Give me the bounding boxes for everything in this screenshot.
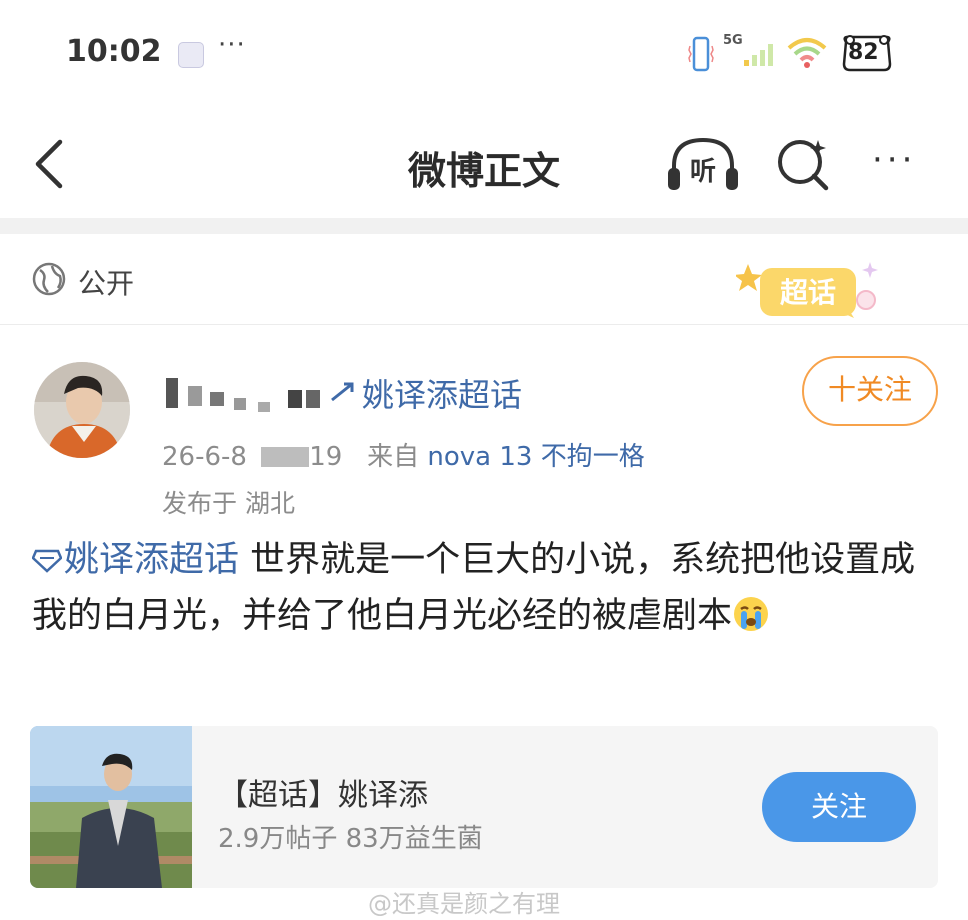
supertopic-cover-image	[30, 726, 192, 888]
listen-label: 听	[690, 157, 716, 187]
supertopic-link[interactable]: 姚译添超话	[362, 370, 522, 416]
card-follow-button[interactable]: 关注	[762, 772, 916, 842]
follow-button[interactable]: 十关注	[802, 356, 938, 426]
avatar[interactable]	[34, 362, 130, 458]
status-more-icon: ···	[218, 30, 246, 60]
network-type: 5G	[723, 33, 743, 48]
supertopic-badge-label: 超话	[780, 276, 836, 309]
supertopic-tag[interactable]: 姚译添超话	[64, 540, 239, 580]
post-text: 姚译添超话 世界就是一个巨大的小说，系统把他设置成我的白月光，并给了他白月光必经…	[32, 532, 940, 644]
wifi-icon	[787, 38, 827, 68]
avatar-image	[34, 362, 130, 458]
section-divider	[0, 218, 968, 234]
supertopic-arrow-icon	[331, 382, 354, 402]
status-time: 10:02	[66, 34, 162, 69]
search-icon[interactable]	[774, 134, 832, 192]
supertopic-badge[interactable]: 超话	[734, 256, 886, 326]
phone-vibrate-icon	[688, 36, 714, 72]
post-time-end: 19	[309, 442, 343, 472]
post-date: 26-6-8	[162, 442, 247, 472]
card-title: 【超话】姚译添	[218, 778, 428, 813]
post-meta: 26-6-8 19 来自 nova 13 不拘一格	[162, 436, 645, 473]
crying-face-emoji	[734, 597, 769, 631]
signal-icon	[744, 44, 773, 66]
watermark: @还真是颜之有理	[368, 890, 560, 918]
supertopic-badge-icon: 超话	[734, 262, 878, 318]
diamond-icon	[32, 549, 62, 573]
app-notification-icon	[178, 42, 204, 68]
device-link[interactable]: nova 13 不拘一格	[427, 442, 644, 472]
divider	[0, 324, 968, 325]
more-options-icon[interactable]: ···	[872, 140, 916, 180]
time-redacted	[261, 447, 310, 467]
supertopic-card[interactable]: 【超话】姚译添 2.9万帖子 83万益生菌 关注	[30, 726, 938, 888]
headphones-icon: 听	[668, 137, 738, 190]
globe-icon	[32, 262, 66, 296]
card-stats: 2.9万帖子 83万益生菌	[218, 824, 483, 854]
author-name-redacted[interactable]	[160, 372, 350, 418]
visibility-label: 公开	[78, 267, 135, 300]
listen-button[interactable]: 听	[666, 136, 740, 194]
battery-level: 82	[848, 40, 879, 65]
post-location: 发布于 湖北	[162, 489, 295, 518]
source-prefix: 来自	[367, 442, 420, 472]
